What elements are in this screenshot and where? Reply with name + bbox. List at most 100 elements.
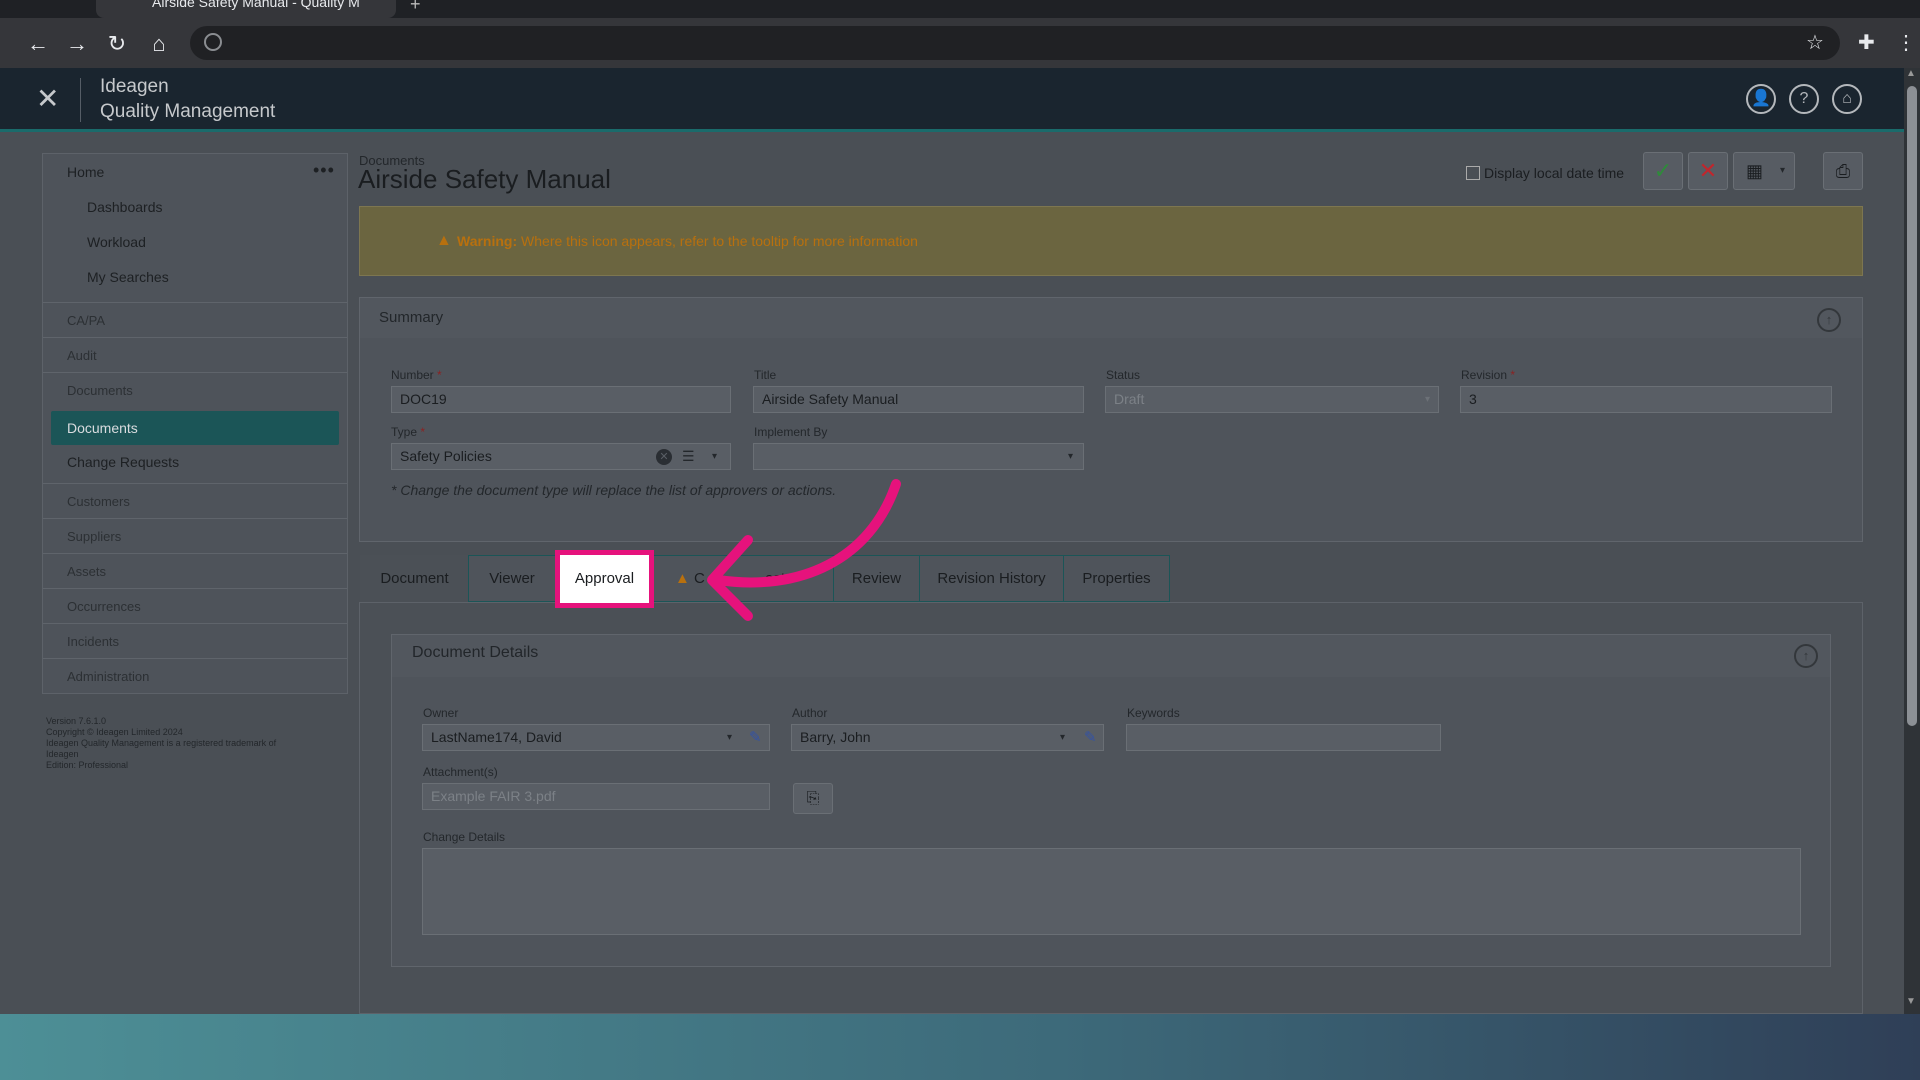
number-input[interactable]: DOC19 <box>391 386 731 413</box>
collapse-details-icon[interactable]: ↑ <box>1794 644 1818 668</box>
summary-title: Summary <box>379 309 444 326</box>
sidebar-item-administration[interactable]: Administration <box>43 658 347 693</box>
sidebar-item-audit[interactable]: Audit <box>43 337 347 372</box>
sidebar-item-occurrences[interactable]: Occurrences <box>43 588 347 623</box>
document-details-header[interactable] <box>392 635 1830 677</box>
back-icon[interactable]: ← <box>24 30 52 58</box>
owner-label: Owner <box>423 706 459 720</box>
keywords-label: Keywords <box>1127 706 1180 720</box>
display-local-date-time-label: Display local date time <box>1484 165 1625 181</box>
tab-change-requests[interactable]: ▲ Cests <box>650 555 834 602</box>
header-divider <box>80 78 81 122</box>
title-input[interactable]: Airside Safety Manual <box>753 386 1084 413</box>
reload-icon[interactable]: ↻ <box>103 30 131 58</box>
extensions-icon[interactable]: ✚ <box>1858 30 1875 55</box>
scroll-down-icon[interactable]: ▼ <box>1906 996 1916 1007</box>
trademark-line-2: Ideagen <box>46 749 79 759</box>
forward-icon[interactable]: → <box>63 30 91 58</box>
sidebar-item-incidents[interactable]: Incidents <box>43 623 347 658</box>
clear-icon[interactable]: ✕ <box>656 449 672 465</box>
sidebar-item-customers[interactable]: Customers <box>43 483 347 518</box>
page-title: Airside Safety Manual <box>358 164 611 194</box>
warning-icon: ▲ <box>675 570 690 587</box>
scrollbar-thumb[interactable] <box>1907 86 1917 726</box>
type-label: Type * <box>391 425 426 439</box>
change-details-textarea[interactable] <box>422 848 1801 935</box>
chevron-down-icon[interactable]: ▾ <box>712 444 717 469</box>
attach-file-button[interactable]: ⎘ <box>793 783 833 814</box>
address-bar[interactable] <box>190 26 1840 60</box>
sidebar-item-suppliers[interactable]: Suppliers <box>43 518 347 553</box>
version-info: Version 7.6.1.0 Copyright © Ideagen Limi… <box>46 716 336 771</box>
warning-label: Warning: <box>457 233 518 249</box>
author-label: Author <box>792 706 828 720</box>
eraser-icon[interactable]: ✎ <box>1084 725 1097 750</box>
tab-approval[interactable]: Approval <box>555 550 654 608</box>
author-select[interactable]: Barry, John ▾ ✎ <box>791 724 1104 751</box>
close-icon[interactable]: ✕ <box>36 82 59 115</box>
sidebar-item-assets[interactable]: Assets <box>43 553 347 588</box>
print-icon: ⎙ <box>1835 161 1851 181</box>
change-details-label: Change Details <box>423 830 506 844</box>
new-tab-button[interactable]: + <box>410 0 421 15</box>
status-label: Status <box>1106 368 1141 382</box>
implement-by-select[interactable]: ▾ <box>753 443 1084 470</box>
collapse-summary-icon[interactable]: ↑ <box>1817 308 1841 332</box>
grid-icon: ▦ <box>1746 161 1764 181</box>
keywords-input[interactable] <box>1126 724 1441 751</box>
tab-properties[interactable]: Properties <box>1063 555 1170 602</box>
grid-menu-button[interactable]: ▦ ▾ <box>1733 152 1795 190</box>
chevron-down-icon[interactable]: ▾ <box>727 725 732 750</box>
chevron-down-icon: ▾ <box>1780 165 1786 176</box>
sidebar-item-capa[interactable]: CA/PA <box>43 302 347 337</box>
reject-button[interactable]: ✕ <box>1688 152 1728 190</box>
more-options-icon[interactable]: ••• <box>313 160 335 181</box>
display-local-date-time-checkbox[interactable] <box>1466 166 1480 180</box>
chevron-down-icon: ▾ <box>1067 451 1073 462</box>
sidebar-item-documents[interactable]: Documents <box>51 411 339 445</box>
owner-select[interactable]: LastName174, David ▾ ✎ <box>422 724 770 751</box>
home-icon[interactable]: ⌂ <box>1832 84 1862 114</box>
tab-viewer[interactable]: Viewer <box>468 555 556 602</box>
revision-input[interactable]: 3 <box>1460 386 1832 413</box>
browser-tab[interactable]: Airside Safety Manual - Quality M <box>96 0 396 18</box>
warning-message: Where this icon appears, refer to the to… <box>521 233 918 249</box>
sidebar-item-change-requests[interactable]: Change Requests <box>43 454 347 470</box>
revision-label: Revision * <box>1461 368 1516 382</box>
sidebar-item-my-searches[interactable]: My Searches <box>43 269 347 285</box>
bookmark-star-icon[interactable]: ☆ <box>1806 30 1824 55</box>
scroll-up-icon[interactable]: ▲ <box>1906 68 1916 79</box>
chevron-down-icon: ▾ <box>1424 394 1430 405</box>
document-details-title: Document Details <box>412 644 539 661</box>
chevron-down-icon[interactable]: ▾ <box>1060 725 1065 750</box>
sidebar-item-dashboards[interactable]: Dashboards <box>43 199 347 215</box>
print-button[interactable]: ⎙ <box>1823 152 1863 190</box>
trademark-line: Ideagen Quality Management is a register… <box>46 738 277 748</box>
eraser-icon[interactable]: ✎ <box>749 725 762 750</box>
display-local-date-time[interactable]: Display local date time <box>1466 165 1624 181</box>
site-info-icon[interactable] <box>204 33 222 51</box>
type-select[interactable]: Safety Policies ✕ ☰ ▾ <box>391 443 731 470</box>
tab-revision-history[interactable]: Revision History <box>919 555 1064 602</box>
summary-header[interactable] <box>360 298 1862 338</box>
sidebar-item-documents-category[interactable]: Documents <box>43 372 347 407</box>
edition-line: Edition: Professional <box>46 760 129 770</box>
browser-menu-icon[interactable]: ⋮ <box>1896 30 1916 55</box>
user-icon[interactable]: 👤 <box>1746 84 1776 114</box>
brand-product: Quality Management <box>100 101 276 122</box>
home-icon[interactable]: ⌂ <box>145 30 173 58</box>
warning-text: Warning: Where this icon appears, refer … <box>457 233 918 249</box>
list-options-icon[interactable]: ☰ <box>682 444 695 469</box>
sidebar-item-workload[interactable]: Workload <box>43 234 347 250</box>
sidebar: Home ••• Dashboards Workload My Searches… <box>42 153 348 694</box>
status-select: Draft ▾ <box>1105 386 1439 413</box>
attach-icon: ⎘ <box>806 790 820 807</box>
tab-document[interactable]: Document <box>360 555 469 602</box>
attachments-input[interactable]: Example FAIR 3.pdf <box>422 783 770 810</box>
number-label: Number * <box>391 368 442 382</box>
type-change-note: * Change the document type will replace … <box>391 482 837 498</box>
tab-review[interactable]: Review <box>833 555 920 602</box>
help-icon[interactable]: ? <box>1789 84 1819 114</box>
sidebar-item-home[interactable]: Home <box>43 164 347 180</box>
approve-button[interactable]: ✓ <box>1643 152 1683 190</box>
